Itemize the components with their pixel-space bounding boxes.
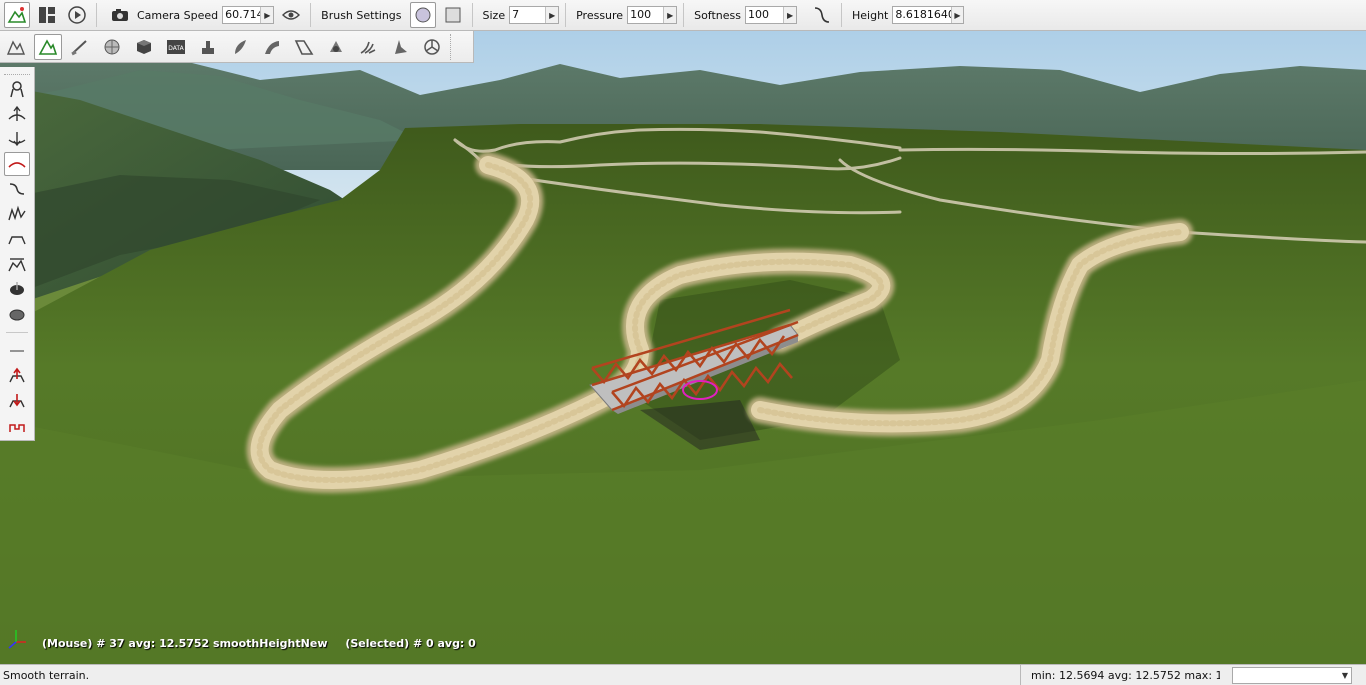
decal-editor-icon[interactable] <box>194 34 222 60</box>
camera-speed-label: Camera Speed <box>137 8 219 22</box>
paint-material-icon[interactable] <box>4 339 30 363</box>
mouse-info-text: (Mouse) # 37 avg: 12.5752 smoothHeightNe… <box>42 637 328 650</box>
brush-settings-label: Brush Settings <box>321 8 402 22</box>
terrain-editor-window: (Mouse) # 37 avg: 12.5752 smoothHeightNe… <box>0 0 1366 685</box>
height-value[interactable]: 8.6181640 <box>893 7 950 23</box>
circle-brush-icon[interactable] <box>409 2 436 28</box>
world-editor-icon[interactable] <box>2 34 30 60</box>
height-stats: min: 12.5694 avg: 12.5752 max: 12.5 <box>1020 665 1220 685</box>
paint-noise-icon[interactable] <box>4 202 30 226</box>
viewport-info: (Mouse) # 37 avg: 12.5752 smoothHeightNe… <box>42 637 490 650</box>
height-field[interactable]: 8.6181640 ▶ <box>892 6 965 24</box>
camera-icon[interactable] <box>107 2 133 28</box>
3d-viewport[interactable]: (Mouse) # 37 avg: 12.5752 smoothHeightNe… <box>0 0 1366 664</box>
toolbar-separator <box>841 3 842 27</box>
toolbar-separator <box>683 3 685 27</box>
height-arrow-icon[interactable]: ▶ <box>950 7 964 23</box>
pressure-field[interactable]: 100 ▶ <box>627 6 678 24</box>
datablock-editor-icon[interactable]: DATA <box>162 34 190 60</box>
softness-label: Softness <box>694 8 741 22</box>
terrain-editor-icon[interactable] <box>4 2 30 28</box>
material-editor-icon[interactable] <box>98 34 126 60</box>
pressure-value[interactable]: 100 <box>628 7 663 23</box>
camera-speed-value[interactable]: 60.714 <box>223 7 260 23</box>
editor-tabs-bar: DATA <box>0 31 474 63</box>
chevron-down-icon[interactable]: ▼ <box>1342 671 1348 680</box>
terrain-painter-icon[interactable] <box>66 34 94 60</box>
terrain-editor-tab-icon[interactable] <box>34 33 62 60</box>
raise-height-icon[interactable] <box>4 102 30 126</box>
svg-text:DATA: DATA <box>168 45 184 52</box>
pressure-label: Pressure <box>576 8 624 22</box>
camera-speed-field[interactable]: 60.714 ▶ <box>222 6 275 24</box>
object-editor-icon[interactable] <box>130 34 158 60</box>
road-editor-icon[interactable] <box>322 34 350 60</box>
size-label: Size <box>482 8 506 22</box>
layout-toggle-icon[interactable] <box>34 2 60 28</box>
softness-field[interactable]: 100 ▶ <box>745 6 797 24</box>
status-dropdown[interactable]: ▼ <box>1232 666 1352 684</box>
camera-speed-arrow-icon[interactable]: ▶ <box>260 7 274 23</box>
height-label: Height <box>852 8 889 22</box>
toolbar-separator <box>310 3 312 27</box>
visibility-eye-icon[interactable] <box>278 2 304 28</box>
toolbar-separator <box>96 3 97 27</box>
status-message: Smooth terrain. <box>3 668 90 682</box>
toolbar-separator <box>471 3 473 27</box>
smooth-slope-icon[interactable] <box>4 177 30 201</box>
raise-empty-icon[interactable] <box>4 364 30 388</box>
palette-grip[interactable] <box>4 69 30 75</box>
size-field[interactable]: 7 ▶ <box>509 6 560 24</box>
shape-editor-icon[interactable] <box>386 34 414 60</box>
size-arrow-icon[interactable]: ▶ <box>545 7 559 23</box>
restore-terrain-icon[interactable] <box>4 302 30 326</box>
convex-editor-icon[interactable] <box>418 34 446 60</box>
mesh-road-editor-icon[interactable] <box>258 34 286 60</box>
selected-info-text: (Selected) # 0 avg: 0 <box>345 637 476 650</box>
terrain-scene <box>0 0 1366 664</box>
pressure-arrow-icon[interactable]: ▶ <box>663 7 677 23</box>
softness-arrow-icon[interactable]: ▶ <box>783 7 796 23</box>
lower-empty-icon[interactable] <box>4 389 30 413</box>
size-value[interactable]: 7 <box>510 7 545 23</box>
clear-terrain-icon[interactable] <box>4 277 30 301</box>
toolbar-separator <box>565 3 567 27</box>
terrain-tool-palette <box>0 67 35 441</box>
flatten-tool-icon[interactable] <box>4 227 30 251</box>
status-bar: Smooth terrain. min: 12.5694 avg: 12.575… <box>0 664 1366 685</box>
smooth-tool-icon[interactable] <box>4 152 30 176</box>
softness-value[interactable]: 100 <box>746 7 783 23</box>
set-height-icon[interactable] <box>4 252 30 276</box>
main-toolbar: Camera Speed 60.714 ▶ Brush Settings Siz… <box>0 0 1366 31</box>
palette-separator <box>6 332 28 333</box>
square-brush-icon[interactable] <box>440 2 466 28</box>
set-empty-icon[interactable] <box>4 414 30 438</box>
axis-gizmo <box>6 628 28 653</box>
particle-editor-icon[interactable] <box>354 34 382 60</box>
forest-editor-icon[interactable] <box>226 34 254 60</box>
lower-height-icon[interactable] <box>4 127 30 151</box>
play-game-icon[interactable] <box>64 2 90 28</box>
toolbar-grip[interactable] <box>450 33 456 60</box>
softness-curve-icon[interactable] <box>809 2 835 28</box>
river-editor-icon[interactable] <box>290 34 318 60</box>
select-tool-icon[interactable] <box>4 77 30 101</box>
